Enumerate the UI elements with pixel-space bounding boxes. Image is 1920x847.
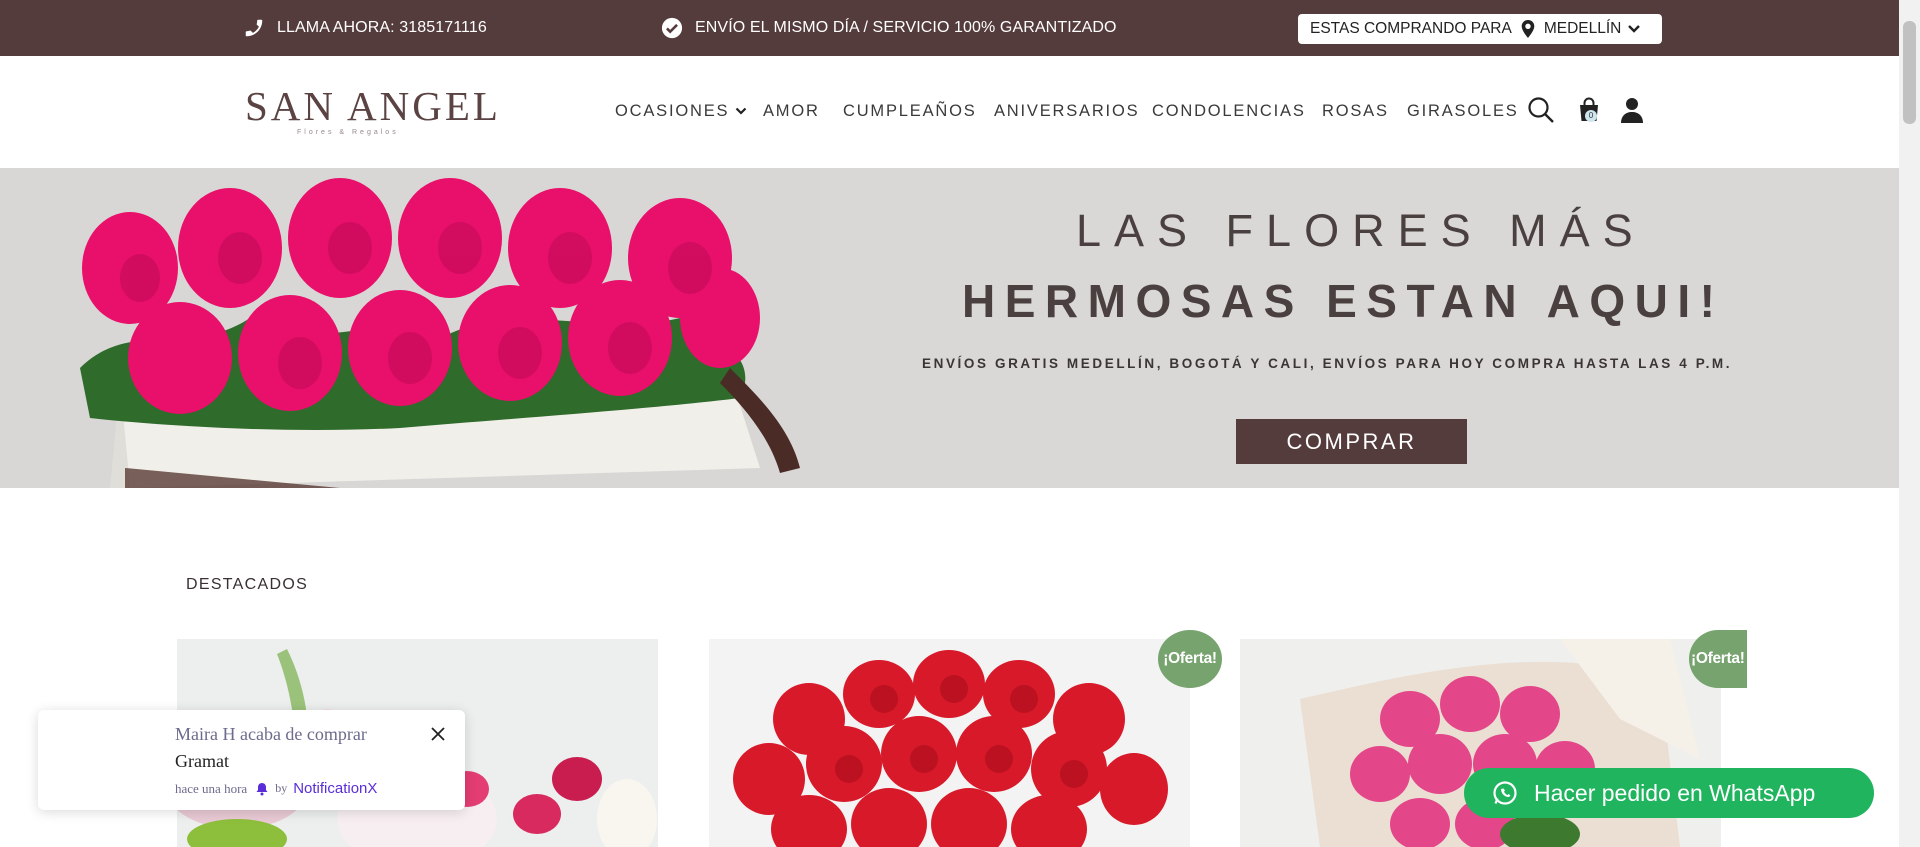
whatsapp-label: Hacer pedido en WhatsApp bbox=[1534, 779, 1816, 806]
location-prefix: ESTAS COMPRANDO PARA bbox=[1310, 20, 1512, 37]
whatsapp-icon bbox=[1493, 781, 1517, 805]
hero-title-line2: HERMOSAS ESTAN AQUI! bbox=[962, 275, 1725, 327]
nav-label: CONDOLENCIAS bbox=[1152, 102, 1306, 120]
sale-badge: ¡Oferta! bbox=[1158, 630, 1222, 688]
nav-girasoles[interactable]: GIRASOLES bbox=[1407, 102, 1519, 121]
map-pin-icon bbox=[1521, 20, 1535, 38]
hero-subtitle: ENVÍOS GRATIS MEDELLÍN, BOGOTÁ Y CALI, E… bbox=[922, 356, 1733, 371]
call-now-link[interactable]: LLAMA AHORA: 3185171116 bbox=[243, 0, 487, 56]
chevron-down-icon bbox=[1628, 25, 1641, 33]
hero-title-line1: LAS FLORES MÁS bbox=[1076, 205, 1646, 256]
featured-section-title: DESTACADOS bbox=[186, 576, 309, 593]
notification-by: by bbox=[275, 781, 288, 795]
hero-banner[interactable]: LAS FLORES MÁS HERMOSAS ESTAN AQUI! ENVÍ… bbox=[0, 168, 1899, 488]
check-circle-icon bbox=[661, 17, 683, 39]
nav-amor[interactable]: AMOR bbox=[763, 102, 820, 121]
logo-tagline: Flores & Regalos bbox=[297, 129, 399, 136]
notification-meta: hace una hora by NotificationX bbox=[175, 780, 377, 797]
call-now-text: LLAMA AHORA: 3185171116 bbox=[277, 19, 487, 36]
purchase-notification[interactable]: Maira H acaba de comprar Gramat hace una… bbox=[38, 710, 465, 810]
bell-icon bbox=[256, 782, 268, 795]
nav-label: AMOR bbox=[763, 102, 820, 120]
page: LLAMA AHORA: 3185171116 ENVÍO EL MISMO D… bbox=[0, 0, 1920, 847]
product-card-2[interactable] bbox=[709, 639, 1190, 847]
scrollbar-track[interactable] bbox=[1899, 0, 1920, 847]
hero-buy-button[interactable]: COMPRAR bbox=[1236, 419, 1467, 464]
chevron-down-icon bbox=[736, 107, 747, 115]
shipping-text: ENVÍO EL MISMO DÍA / SERVICIO 100% GARAN… bbox=[695, 19, 1117, 36]
notification-time: hace una hora bbox=[175, 780, 248, 796]
shipping-notice: ENVÍO EL MISMO DÍA / SERVICIO 100% GARAN… bbox=[661, 0, 1117, 56]
scrollbar-thumb[interactable] bbox=[1903, 21, 1916, 124]
logo-text: SAN ANGEL bbox=[245, 83, 501, 129]
nav-ocasiones[interactable]: OCASIONES bbox=[615, 102, 747, 121]
site-logo[interactable]: SAN ANGEL Flores & Regalos bbox=[245, 83, 501, 140]
nav-aniversarios[interactable]: ANIVERSARIOS bbox=[994, 102, 1139, 121]
nav-label: CUMPLEAÑOS bbox=[843, 102, 977, 120]
sale-badge: ¡Oferta! bbox=[1689, 630, 1747, 688]
nav-label: ROSAS bbox=[1322, 102, 1389, 120]
notification-title: Maira H acaba de comprar bbox=[175, 724, 367, 744]
top-bar: LLAMA AHORA: 3185171116 ENVÍO EL MISMO D… bbox=[0, 0, 1899, 56]
red-roses-image bbox=[709, 639, 1190, 847]
nav-label: GIRASOLES bbox=[1407, 102, 1519, 120]
location-selector[interactable]: ESTAS COMPRANDO PARA MEDELLÍN bbox=[1298, 14, 1662, 44]
nav-label: ANIVERSARIOS bbox=[994, 102, 1140, 120]
nav-cumpleanos[interactable]: CUMPLEAÑOS bbox=[843, 102, 977, 121]
whatsapp-order-button[interactable]: Hacer pedido en WhatsApp bbox=[1464, 768, 1874, 818]
rose-box-image bbox=[0, 168, 820, 488]
cart-count-badge: 0 bbox=[1585, 110, 1597, 122]
search-icon[interactable] bbox=[1527, 96, 1555, 124]
notificationx-link[interactable]: NotificationX bbox=[293, 780, 377, 797]
location-city: MEDELLÍN bbox=[1543, 20, 1622, 37]
notification-product: Gramat bbox=[175, 751, 229, 771]
phone-icon bbox=[245, 19, 263, 37]
nav-rosas[interactable]: ROSAS bbox=[1322, 102, 1389, 121]
nav-condolencias[interactable]: CONDOLENCIAS bbox=[1152, 102, 1306, 121]
close-icon[interactable] bbox=[430, 726, 446, 742]
nav-label: OCASIONES bbox=[615, 102, 730, 120]
user-icon[interactable] bbox=[1618, 96, 1646, 124]
